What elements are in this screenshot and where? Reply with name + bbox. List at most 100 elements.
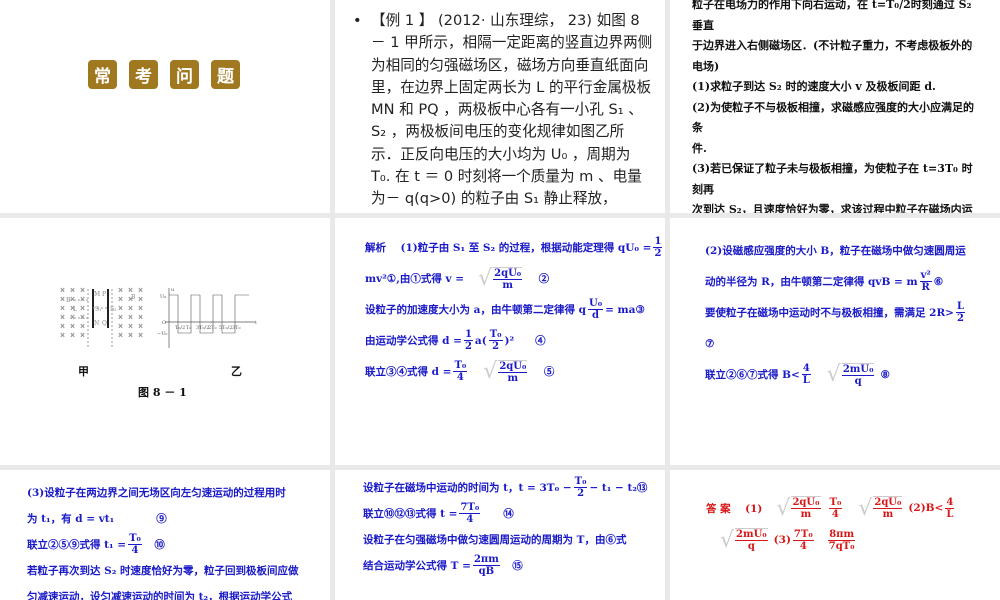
field-into-page-x-icon: × xyxy=(80,287,85,294)
slide-2-example[interactable]: • 【例 1 】 (2012· 山东理综， 23) 如图 8 － 1 甲所示，相… xyxy=(335,0,665,213)
text-segment: ⑧ xyxy=(880,368,890,381)
numerator: 8πm xyxy=(828,528,856,541)
field-into-page-x-icon: × xyxy=(60,305,65,312)
denominator: L xyxy=(802,375,810,386)
radical-sign-icon: √ xyxy=(776,495,791,521)
text-segment: 由运动学公式得 d = xyxy=(365,335,462,347)
numerator: 2qU₀ xyxy=(498,360,528,373)
fraction: T₀ 4 xyxy=(828,496,843,520)
tick-x: 2T₀ xyxy=(208,325,217,331)
slide-1-title[interactable]: 常 考 问 题 xyxy=(0,0,330,213)
solution-line: 设粒子在磁场中运动的时间为 t，t = 3T₀ − T₀ 2− t₁ − t₂⑬ xyxy=(363,474,647,500)
slide-3-questions[interactable]: 粒子在电场力的作用下向右运动，在 t=T₀/2时刻通过 S₂ 垂直于边界进入右侧… xyxy=(670,0,1000,213)
solution-line: 解析 (1)粒子由 S₁ 至 S₂ 的过程，根据动能定理得 qU₀ = 1 2 xyxy=(365,232,664,263)
denominator: 4 xyxy=(456,372,464,383)
slide-4-figure[interactable]: ×××××××××××××××××××××××××××××××××××× B L… xyxy=(0,218,330,465)
title-badge: 问 xyxy=(170,60,199,89)
text-segment: (2)设磁感应强度的大小 B，粒子在磁场中做匀速圆周运 xyxy=(705,245,966,257)
field-into-page-x-icon: × xyxy=(60,332,65,339)
fraction: 4L xyxy=(801,363,811,386)
solution-line: √ 2mU₀ q (3) 7T₀ 4 8πm 7qT₀ xyxy=(706,524,956,556)
denominator: m xyxy=(507,372,519,384)
solution-line: 答 案 (1) √ 2qU₀ m T₀ 4 √ 2qU₀ m (2)B< 4 L xyxy=(706,492,956,524)
solution-line: 由运动学公式得 d = 1 2 a(T₀ 2)² ④ xyxy=(365,325,664,356)
denominator: d xyxy=(592,310,600,321)
question-line: 于边界进入右侧磁场区．(不计粒子重力，不考虑极板外的 xyxy=(692,39,973,52)
length-label: L xyxy=(73,306,77,313)
text-segment: 设粒子在匀强磁场中做匀速圆周运动的周期为 T，由⑥式 xyxy=(363,533,627,546)
denominator: 4 xyxy=(466,513,474,525)
solution-line: 要使粒子在磁场中运动时不与极板相撞，需满足 2R> L 2 xyxy=(705,297,967,328)
text-segment: (3)设粒子在两边界之间无场区向左匀速运动的过程用时 xyxy=(27,486,286,499)
text-segment: (1) xyxy=(734,502,763,515)
field-into-page-x-icon: × xyxy=(128,323,133,330)
question-line: (1)求粒子到达 S₂ 时的速度大小 v 及极板间距 d. xyxy=(692,80,936,93)
denominator: 2 xyxy=(957,313,964,324)
question-line: (3)若已保证了粒子未与极板相撞，为使粒子在 t=3T₀ 时刻再 xyxy=(692,162,973,196)
denominator: 7qT₀ xyxy=(828,540,855,552)
fraction: 2mU₀ q xyxy=(735,528,768,552)
text-segment: )² ④ xyxy=(504,335,546,347)
radical-sign-icon: √ xyxy=(720,527,735,553)
field-into-page-x-icon: × xyxy=(118,323,123,330)
hole-label-s1: S₁ xyxy=(95,306,102,313)
text-segment: ② xyxy=(528,273,550,285)
plate-label-m: M xyxy=(94,291,100,298)
slide-8-solution-4[interactable]: 设粒子在磁场中运动的时间为 t，t = 3T₀ − T₀ 2− t₁ − t₂⑬ 联立… xyxy=(335,470,665,600)
denominator: 2 xyxy=(492,341,500,352)
field-into-page-x-icon: × xyxy=(128,332,133,339)
tick-neg-u0: −U₀ xyxy=(157,331,167,337)
numerator: 2mU₀ xyxy=(841,363,875,376)
numerator: 2πm xyxy=(472,553,500,566)
text-segment: − t₁ − t₂⑬ xyxy=(589,481,648,494)
title-badge: 题 xyxy=(211,60,240,89)
fraction: 2qU₀ m xyxy=(873,496,903,520)
question-line: 粒子在电场力的作用下向右运动，在 t=T₀/2时刻通过 S₂ 垂直 xyxy=(692,0,972,32)
bullet: • xyxy=(353,12,362,29)
solution-line: 为 t₁，有 d = vt₁ ⑨ xyxy=(27,505,299,531)
text-segment: ⑩ xyxy=(143,538,165,551)
numerator: 4 xyxy=(945,496,955,509)
text-segment: (3) xyxy=(773,534,791,546)
slide-9-answer[interactable]: 答 案 (1) √ 2qU₀ m T₀ 4 √ 2qU₀ m (2)B< 4 L √ 2mU₀ q (3) 7T… xyxy=(670,470,1000,600)
section-label: 解析 xyxy=(365,242,386,254)
solution-line: ⑦ xyxy=(705,328,967,359)
field-into-page-x-icon: × xyxy=(118,332,123,339)
title-badge: 考 xyxy=(129,60,158,89)
text-segment: 结合运动学公式得 T = xyxy=(363,559,471,572)
square-root: √ 2qU₀ m xyxy=(858,496,904,521)
question-line: (2)为使粒子不与极板相撞，求磁感应强度的大小应满足的条 xyxy=(692,100,975,135)
text-segment: (2)B< xyxy=(908,502,944,514)
figure-caption: 图 8 － 1 xyxy=(138,386,187,399)
tick-u0: U₀ xyxy=(160,294,166,300)
field-into-page-x-icon: × xyxy=(118,305,123,312)
radical-sign-icon: √ xyxy=(826,362,841,387)
fraction: 2mU₀ q xyxy=(841,362,875,387)
field-into-page-x-icon: × xyxy=(60,296,65,303)
fraction: 2πm qB xyxy=(472,553,500,577)
denominator: 2 xyxy=(654,248,662,259)
plate-label-n: N xyxy=(94,320,99,327)
field-into-page-x-icon: × xyxy=(60,314,65,321)
denominator: L xyxy=(946,508,954,520)
radical-sign-icon: √ xyxy=(483,359,498,384)
fraction: v² R xyxy=(919,270,932,293)
solution-line: 动的半径为 R，由牛顿第二定律得 qvB = m v² R ⑥ xyxy=(705,266,967,297)
question-line: 件. xyxy=(692,141,707,155)
slide-5-solution-1[interactable]: 解析 (1)粒子由 S₁ 至 S₂ 的过程，根据动能定理得 qU₀ = 1 2 mv²… xyxy=(335,218,665,465)
fraction: 2qU₀ m xyxy=(498,359,528,384)
field-into-page-x-icon: × xyxy=(80,332,85,339)
solution-part-1: 解析 (1)粒子由 S₁ 至 S₂ 的过程，根据动能定理得 qU₀ = 1 2 mv²… xyxy=(365,232,664,387)
solution-line: 设粒子在匀强磁场中做匀速圆周运动的周期为 T，由⑥式 xyxy=(363,526,647,552)
question-line: 电场) xyxy=(692,59,720,73)
solution-part-4: 设粒子在磁场中运动的时间为 t，t = 3T₀ − T₀ 2− t₁ − t₂⑬ 联立… xyxy=(363,474,647,578)
slide-6-solution-2[interactable]: (2)设磁感应强度的大小 B，粒子在磁场中做匀速圆周运动的半径为 R，由牛顿第二… xyxy=(670,218,1000,465)
slide-7-solution-3[interactable]: (3)设粒子在两边界之间无场区向左匀速运动的过程用时为 t₁，有 d = vt₁… xyxy=(0,470,330,600)
text-segment: 设粒子在磁场中运动的时间为 t，t = 3T₀ − xyxy=(363,481,572,494)
field-into-page-x-icon: × xyxy=(70,323,75,330)
numerator: T₀ xyxy=(828,496,843,509)
tick-x: 5T₀/2 xyxy=(219,325,232,331)
fraction: T₀ 2 xyxy=(488,329,503,352)
solution-line: (3)设粒子在两边界之间无场区向左匀速运动的过程用时 xyxy=(27,479,299,505)
text-segment: 为 t₁，有 d = vt₁ ⑨ xyxy=(27,512,167,525)
